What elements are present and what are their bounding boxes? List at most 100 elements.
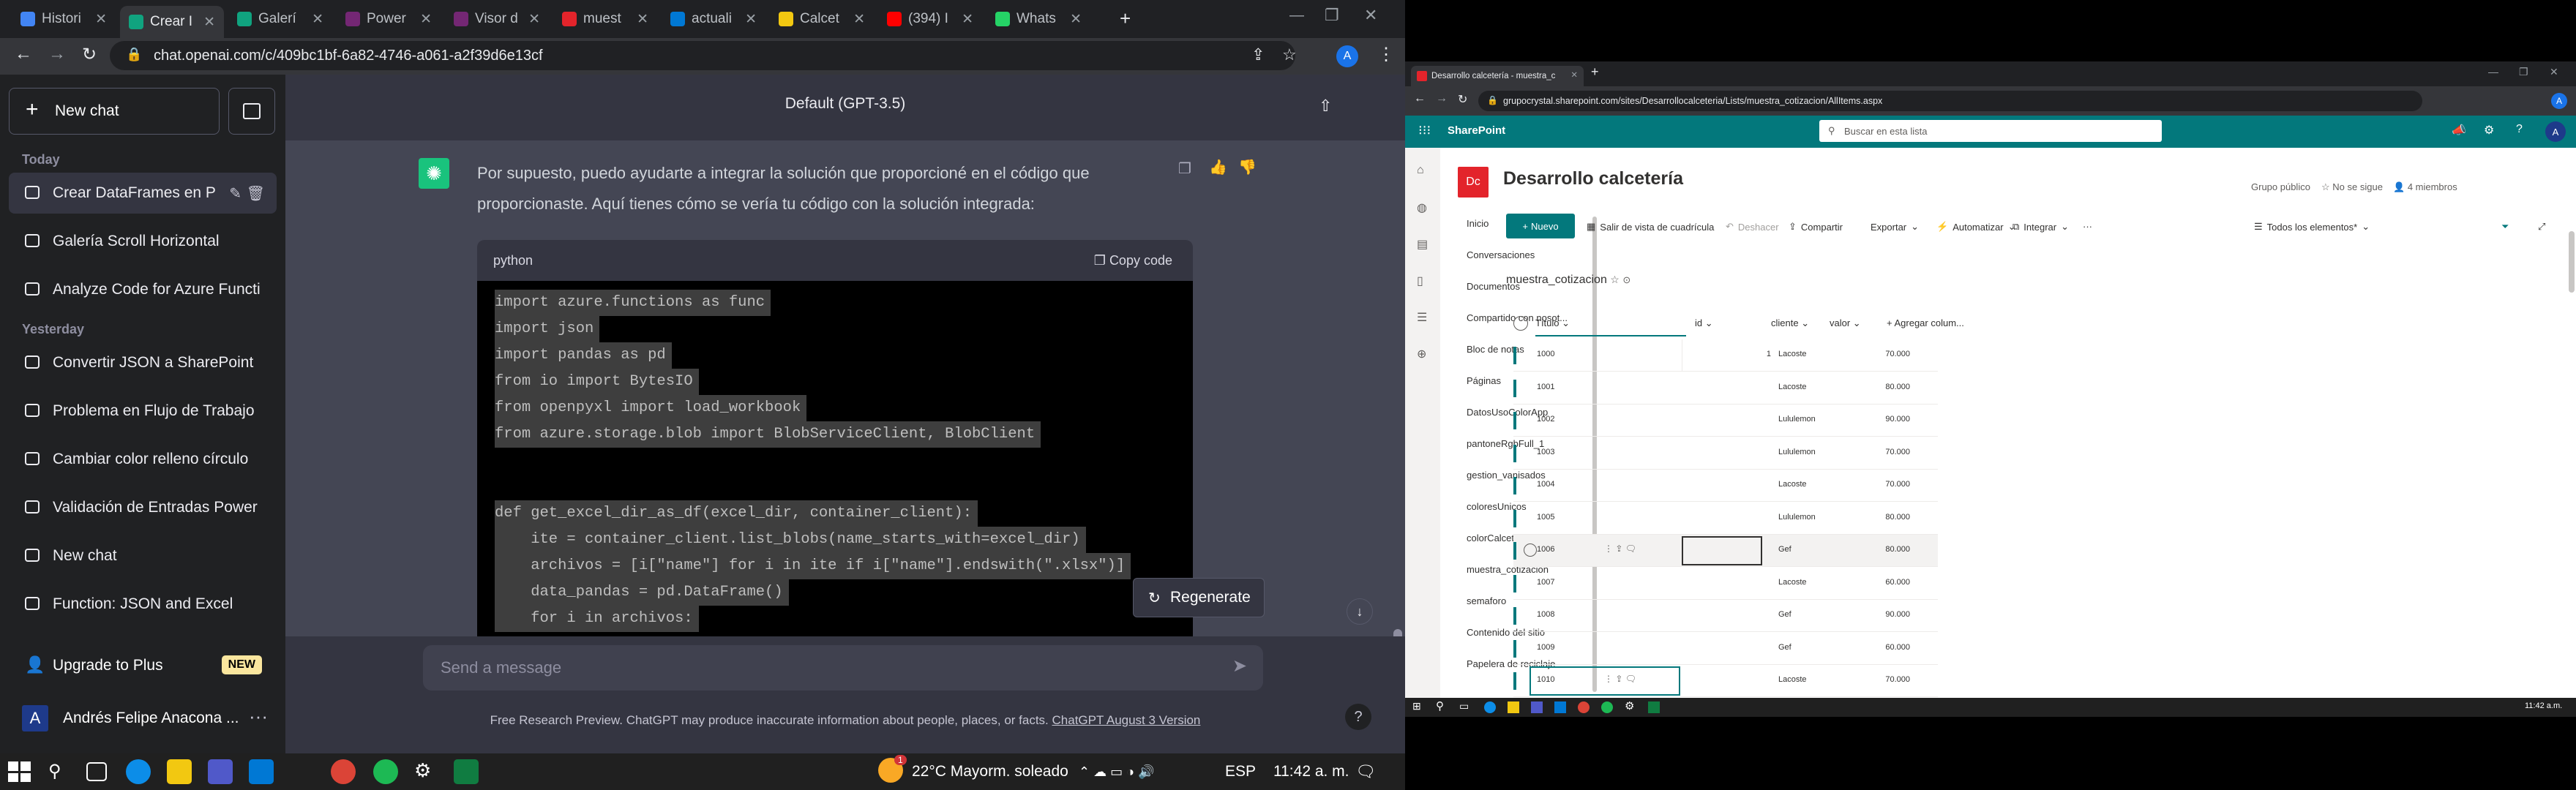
cell-valor[interactable]: 80.000 [1866,513,1910,522]
file-explorer-icon[interactable] [167,759,192,784]
forward-icon[interactable]: → [48,44,66,64]
excel-icon[interactable] [1648,701,1660,713]
sidebar-chat-item[interactable]: Crear DataFrames en P ✎ 🗑 [9,173,277,214]
teams-icon[interactable] [208,759,233,784]
cell-titulo[interactable]: 1001 [1537,383,1554,391]
forward-icon[interactable]: → [1436,92,1448,105]
back-icon[interactable]: ← [15,44,32,64]
close-tab-icon[interactable]: ✕ [203,14,215,31]
sidebar-chat-item[interactable]: Cambiar color relleno círculo [9,439,277,480]
browser-tab[interactable]: Whats ✕ [986,4,1090,34]
file-explorer-icon[interactable] [1508,701,1519,713]
cell-titulo[interactable]: 1002 [1537,415,1554,424]
sidebar-chat-item[interactable]: Analyze Code for Azure Functi [9,269,277,310]
profile-avatar[interactable]: A [2551,93,2567,109]
version-link[interactable]: ChatGPT August 3 Version [1052,713,1201,727]
cell-valor[interactable]: 70.000 [1866,448,1910,456]
sidebar-chat-item[interactable]: Convertir JSON a SharePoint [9,342,277,383]
list-search-input[interactable]: ⚲ Buscar en esta lista [1819,120,2162,142]
list-row[interactable]: 1003 Lululemon 70.000 [1513,437,1938,470]
close-tab-icon[interactable]: ✕ [420,11,432,28]
tray-icons[interactable]: ⌃ ☁ ▭ ◑ 🔊 [1079,753,1154,790]
cell-titulo[interactable]: 1006 [1537,545,1554,554]
sidebar-chat-item[interactable]: New chat [9,535,277,576]
sidebar-chat-item[interactable]: Galería Scroll Horizontal [9,221,277,262]
new-chat-button[interactable]: + New chat [9,88,220,135]
minimize-icon[interactable]: — [1289,7,1304,24]
upgrade-to-plus-button[interactable]: 👤 Upgrade to Plus NEW [9,644,277,688]
create-icon[interactable]: ⊕ [1417,347,1426,361]
edit-icon[interactable]: ✎ [229,184,242,203]
globe-icon[interactable]: ◍ [1417,200,1427,215]
list-row[interactable]: 1004 Lacoste 70.000 [1513,470,1938,502]
code-block[interactable]: import azure.functions as func import jso… [477,281,1193,655]
regenerate-button[interactable]: ↻ Regenerate [1133,578,1265,617]
list-row[interactable]: 1002 Lululemon 90.000 [1513,405,1938,437]
new-item-button[interactable]: + Nuevo [1506,214,1575,238]
share-button[interactable]: ⇪ Compartir [1789,221,1843,233]
select-all-checkbox[interactable] [1513,316,1528,331]
notifications-icon[interactable]: 🗨 [1355,753,1376,790]
send-icon[interactable]: ➤ [1232,655,1247,677]
news-icon[interactable]: ▤ [1417,237,1428,252]
minimize-icon[interactable]: — [2488,66,2498,78]
vscode-icon[interactable] [1554,701,1566,713]
clock[interactable]: 11:42 a. m. [1273,753,1349,790]
back-icon[interactable]: ← [1414,92,1426,105]
column-header[interactable]: id ⌄ [1695,317,1713,329]
cell-valor[interactable]: 60.000 [1866,643,1910,652]
cell-valor[interactable]: 80.000 [1866,545,1910,554]
windows-start-icon[interactable] [6,759,31,784]
site-logo[interactable]: Dc [1458,167,1489,198]
list-row[interactable]: 1006 Gef 80.000 ⋮ ⇪ 🗨 [1513,535,1938,567]
settings-gear-icon[interactable]: ⚙ [1625,699,1634,712]
follow-button[interactable]: ☆ No se sigue [2321,181,2383,193]
nav-link[interactable]: semaforo [1467,595,1506,606]
excel-icon[interactable] [454,759,479,784]
cell-titulo[interactable]: 1005 [1537,513,1554,522]
column-header[interactable]: + Agregar colum... [1887,317,1964,328]
cell-cliente[interactable]: Lacoste [1778,350,1807,358]
browser-tab[interactable]: Power ✕ [337,4,441,34]
list-row[interactable]: 1000 1 Lacoste 70.000 [1513,339,1938,372]
task-view-icon[interactable]: ▭ [1459,700,1469,712]
new-tab-icon[interactable]: + [1120,7,1131,30]
integrate-button[interactable]: ⧉ Integrar ⌄ [2012,221,2069,233]
cell-titulo[interactable]: 1003 [1537,448,1554,456]
sidebar-chat-item[interactable]: Validación de Entradas Power [9,487,277,528]
cell-valor[interactable]: 80.000 [1866,383,1910,391]
home-icon[interactable]: ⌂ [1417,164,1424,177]
windows-start-icon[interactable]: ⊞ [1412,700,1421,712]
export-button[interactable]: Exportar ⌄ [1871,221,1919,233]
chrome-icon[interactable] [1578,701,1590,713]
column-header[interactable]: valor ⌄ [1830,317,1861,329]
reload-icon[interactable]: ↻ [82,44,97,65]
browser-tab[interactable]: Crear I ✕ [120,6,224,38]
row-checkbox[interactable] [1524,543,1537,557]
row-actions-icon[interactable]: ⋮ ⇪ 🗨 [1604,543,1636,554]
megaphone-icon[interactable]: 📣 [2452,123,2466,138]
close-tab-icon[interactable]: ✕ [1570,69,1578,80]
close-tab-icon[interactable]: ✕ [528,11,540,28]
url-input[interactable]: 🔒 grupocrystal.sharepoint.com/sites/Desa… [1478,91,2422,111]
cell-cliente[interactable]: Lacoste [1778,480,1807,489]
lists-icon[interactable]: ☰ [1417,310,1427,325]
cell-valor[interactable]: 70.000 [1866,480,1910,489]
message-input[interactable]: Send a message ➤ [423,645,1263,691]
cell-cliente[interactable]: Lacoste [1778,675,1807,684]
teams-icon[interactable] [1531,701,1543,713]
copy-code-button[interactable]: ❐ Copy code [1094,253,1172,268]
list-row[interactable]: 1008 Gef 90.000 [1513,600,1938,632]
sidebar-toggle-button[interactable] [228,88,275,135]
filter-icon[interactable]: ⏷ [2501,221,2509,233]
share-page-icon[interactable]: ⇪ [1251,45,1265,64]
browser-tab[interactable]: actuali ✕ [662,4,765,34]
column-header[interactable]: Título ⌄ [1535,317,1570,329]
user-avatar[interactable]: A [2545,121,2566,142]
user-menu[interactable]: A Andrés Felipe Anacona ... ··· [9,695,277,742]
row-actions-icon[interactable]: ⋮ ⇪ 🗨 [1604,674,1636,684]
expand-icon[interactable]: ⤢ [2538,221,2545,233]
thumbs-up-icon[interactable]: 👍 [1209,158,1227,176]
browser-tab[interactable]: Visor d ✕ [445,4,549,34]
scroll-down-button[interactable]: ↓ [1347,598,1373,625]
